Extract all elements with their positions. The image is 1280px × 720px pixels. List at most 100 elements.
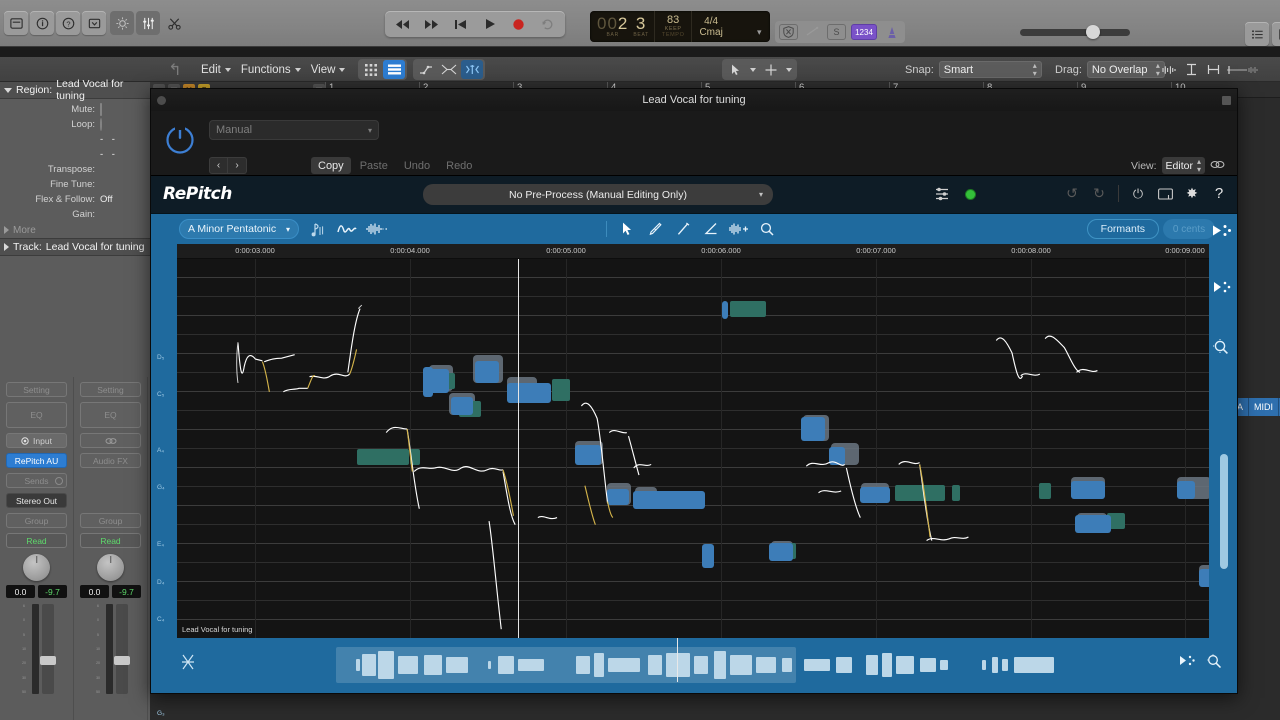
note-blob[interactable] <box>427 369 449 393</box>
grid-view-button[interactable] <box>360 60 382 79</box>
strip1-pan-value[interactable]: 0.0 <box>6 585 35 598</box>
cents-field[interactable]: 0 cents <box>1163 219 1215 239</box>
note-blob[interactable] <box>507 383 551 403</box>
plugin-title-bar[interactable]: Lead Vocal for tuning <box>151 89 1237 111</box>
strip1-group-slot[interactable]: Group <box>6 513 67 528</box>
menu-view[interactable]: View <box>306 64 351 76</box>
note-blob[interactable] <box>451 397 473 415</box>
toolbar-button[interactable] <box>82 11 106 35</box>
overview-tool-icon[interactable] <box>181 654 195 673</box>
fit-zoom-icon[interactable] <box>1179 654 1195 671</box>
solo-button[interactable]: S <box>827 24 846 40</box>
magnifier-tool[interactable] <box>755 218 779 240</box>
strip1-plugin-slot[interactable]: RePitch AU <box>6 453 67 468</box>
note-blob[interactable] <box>475 361 499 383</box>
pitch-detect-icon[interactable] <box>1213 280 1231 297</box>
left-click-tool-caret[interactable] <box>747 60 759 79</box>
time-ruler[interactable]: 0:00:03.000 0:00:04.000 0:00:05.000 0:00… <box>177 244 1209 259</box>
note-tail[interactable] <box>410 449 420 465</box>
tab-midi[interactable]: MIDI <box>1249 398 1279 416</box>
disclosure-triangle-icon[interactable] <box>4 243 9 251</box>
settings-gear-icon[interactable]: ✸ <box>1184 186 1200 202</box>
note-ruler[interactable]: D₅ C₅ A₄ G₄ E₄ D₄ C₄ A₃ G₃ <box>151 244 177 638</box>
strip2-volume-fader[interactable] <box>116 604 128 694</box>
magnifier-icon[interactable] <box>1213 339 1229 359</box>
slope-tool[interactable] <box>699 218 723 240</box>
note-blob[interactable] <box>801 417 825 441</box>
pitch-grid[interactable]: Lead Vocal for tuning <box>177 259 1209 638</box>
preset-prev-button[interactable]: ‹ <box>209 157 228 174</box>
list-editors-button[interactable] <box>1245 22 1269 46</box>
note-blob[interactable] <box>702 544 714 568</box>
strip1-input-slot[interactable]: Input <box>6 433 67 448</box>
lcd-display[interactable]: 002 BAR 3 BEAT 83 KEEP TEMPO 4/4 Cmaj <box>590 11 770 42</box>
strip2-pan-knob[interactable] <box>97 554 124 581</box>
power-icon[interactable]: ⏻ <box>1130 186 1146 202</box>
strip1-volume-value[interactable]: -9.7 <box>38 585 67 598</box>
fader-cap[interactable] <box>40 656 56 665</box>
copy-button[interactable]: Copy <box>311 157 351 174</box>
go-to-beginning-button[interactable] <box>448 14 473 34</box>
preset-popup[interactable]: Manual ▾ <box>209 120 379 140</box>
region-flex-follow-value[interactable]: Off <box>100 194 146 205</box>
lcd-position[interactable]: 002 BAR 3 BEAT <box>590 11 655 42</box>
automation-button[interactable] <box>415 60 437 79</box>
note-blob[interactable] <box>722 301 728 319</box>
scale-popup[interactable]: A Minor Pentatonic ▾ <box>179 219 299 239</box>
tuner-button[interactable] <box>803 24 822 40</box>
left-click-tool[interactable] <box>724 60 746 79</box>
smart-controls-button[interactable] <box>110 11 134 35</box>
flex-button[interactable] <box>438 60 460 79</box>
region-mute-checkbox[interactable] <box>100 103 102 116</box>
quick-help-button[interactable]: ? <box>56 11 80 35</box>
command-click-tool[interactable] <box>760 60 782 79</box>
notes-button[interactable] <box>1272 22 1280 46</box>
link-icon[interactable] <box>1210 158 1225 173</box>
disclosure-triangle-icon[interactable] <box>4 88 12 93</box>
note-tail[interactable] <box>357 449 409 465</box>
zoom-slider[interactable] <box>1224 60 1260 79</box>
track-inspector-header[interactable]: Track: Lead Vocal for tuning <box>0 238 150 256</box>
horizontal-zoom-button[interactable] <box>1202 60 1224 79</box>
preset-next-button[interactable]: › <box>228 157 247 174</box>
command-click-tool-caret[interactable] <box>783 60 795 79</box>
strip1-sends-slot[interactable]: Sends <box>6 473 67 488</box>
waveform-tool[interactable] <box>365 218 389 240</box>
preprocess-popup[interactable]: No Pre-Process (Manual Editing Only) ▾ <box>423 184 773 205</box>
inspector-button[interactable] <box>30 11 54 35</box>
note-blob[interactable] <box>1071 481 1105 499</box>
note-tail[interactable] <box>895 485 945 501</box>
key-signature-icon[interactable] <box>311 223 324 241</box>
status-indicator[interactable] <box>965 189 976 200</box>
record-button[interactable] <box>506 14 531 34</box>
note-tail[interactable] <box>552 379 570 401</box>
strip1-pan-knob[interactable] <box>23 554 50 581</box>
flex-pitch-button[interactable] <box>461 60 483 79</box>
pitch-curve-tool[interactable] <box>335 218 359 240</box>
low-latency-button[interactable] <box>779 24 798 40</box>
note-blob[interactable] <box>607 489 629 505</box>
metronome-button[interactable] <box>882 24 901 40</box>
paste-button[interactable]: Paste <box>353 157 395 174</box>
strip2-group-slot[interactable]: Group <box>80 513 141 528</box>
plugin-power-button[interactable] <box>163 123 197 157</box>
region-more-disclosure[interactable]: More <box>0 222 150 238</box>
region-loop-checkbox[interactable] <box>100 118 102 131</box>
editors-button[interactable] <box>162 11 186 35</box>
undo-icon[interactable]: ↺ <box>1064 186 1080 202</box>
pointer-tool[interactable] <box>615 218 639 240</box>
pitch-move-icon[interactable] <box>1210 219 1234 241</box>
vertical-zoom-button[interactable] <box>1180 60 1202 79</box>
note-blob[interactable] <box>829 447 845 465</box>
strip2-input-slot[interactable] <box>80 433 141 448</box>
lcd-tempo[interactable]: 83 KEEP TEMPO <box>655 11 693 42</box>
note-blob[interactable] <box>1075 515 1111 533</box>
menu-edit[interactable]: Edit <box>196 64 236 76</box>
strip1-output-slot[interactable]: Stereo Out <box>6 493 67 508</box>
resize-icon[interactable] <box>1222 96 1231 105</box>
undo-button[interactable]: Undo <box>397 157 437 174</box>
strip2-setting-button[interactable]: Setting <box>80 382 141 397</box>
overview-playhead[interactable] <box>677 638 678 682</box>
preprocess-settings-icon[interactable] <box>933 185 951 203</box>
drag-popup[interactable]: No Overlap ▴▾ <box>1087 61 1165 78</box>
